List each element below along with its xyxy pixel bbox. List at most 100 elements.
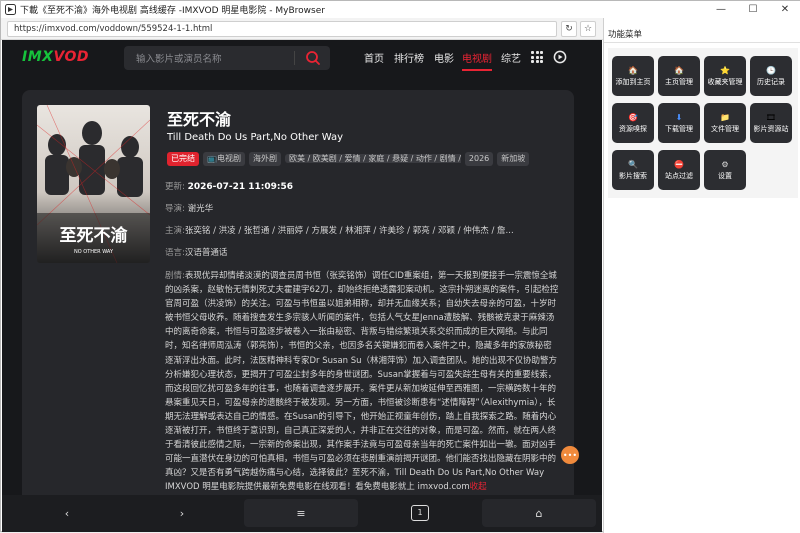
nav-home[interactable]: 首页 xyxy=(364,50,384,65)
genre-tag-1[interactable]: 欧美 xyxy=(289,154,305,163)
folder-icon: 📁 xyxy=(720,112,730,122)
download-icon: ⬇ xyxy=(675,112,683,122)
genre-list-bg: 欧美 / 欧美剧 / 爱情 / 家庭 / 悬疑 / 动作 / 剧情 / xyxy=(284,154,461,163)
add-to-home-button[interactable]: 🏠 添加到主页 xyxy=(612,56,654,96)
add-to-home-label: 添加到主页 xyxy=(615,77,651,86)
year-badge[interactable]: 2026 xyxy=(464,152,494,166)
site-header: IMXVOD 输入影片或演员名称 首页 排行榜 电影 电视剧 综艺 xyxy=(2,40,602,76)
genre-list: 欧美 / 欧美剧 / 爱情 / 家庭 / 悬疑 / 动作 / 剧情 / xyxy=(284,152,461,166)
nav-variety[interactable]: 综艺 xyxy=(501,50,521,65)
type-badge[interactable]: 📺电视剧 xyxy=(203,152,245,166)
home-manage-label: 主页管理 xyxy=(665,77,693,86)
back-button[interactable]: ‹ xyxy=(57,499,77,527)
site-filter-label: 站点过滤 xyxy=(665,171,693,180)
window-title: 下載《至死不渝》海外电视剧 高线缓存 -IMXVOD 明星电影院 - MyBro… xyxy=(20,6,325,16)
home-manage-button[interactable]: 🏠 主页管理 xyxy=(658,56,700,96)
function-menu-title: 功能菜单 xyxy=(608,30,643,40)
movie-poster[interactable]: 至死不渝 NO OTHER WAY xyxy=(37,105,150,263)
minimize-button[interactable]: — xyxy=(705,1,737,18)
genre-tag-3[interactable]: 爱情 xyxy=(345,154,361,163)
menu-button[interactable]: ≡ xyxy=(244,499,358,527)
favorites-manage-label: 收藏夹管理 xyxy=(707,77,743,86)
settings-label: 设置 xyxy=(718,171,732,180)
sniff-icon: 🎯 xyxy=(628,112,638,122)
home-button[interactable]: ⌂ xyxy=(482,499,596,527)
plot-label: 剧情: xyxy=(165,271,185,281)
language-row: 语言:汉语普通话 xyxy=(165,246,227,258)
more-floating-button[interactable]: ••• xyxy=(561,446,579,464)
title-bar: 下載《至死不渝》海外电视剧 高线缓存 -IMXVOD 明星电影院 - MyBro… xyxy=(1,1,800,18)
plot-text: 表现优异却情绪淡漠的调查员周书恒（张奕铭饰）调任CID重案组，第一天报到便接手一… xyxy=(165,271,559,493)
address-bar: https://imxvod.com/voddown/559524-1-1.ht… xyxy=(1,18,603,40)
cast-value[interactable]: 张奕铭 / 洪凌 / 张哲通 / 洪丽婷 / 方展发 / 林湘萍 / 许美珍 /… xyxy=(185,226,514,236)
play-history-icon[interactable] xyxy=(553,50,567,64)
genre-tag-4[interactable]: 家庭 xyxy=(368,154,384,163)
download-manage-button[interactable]: ⬇ 下载管理 xyxy=(658,103,700,143)
logo-part-imx: IMX xyxy=(22,49,54,65)
film-icon: 🎞 xyxy=(765,112,777,122)
plot-collapse-link[interactable]: 收起 xyxy=(470,482,487,492)
maximize-button[interactable]: ☐ xyxy=(737,1,769,18)
language-value: 汉语普通话 xyxy=(184,248,228,258)
grid-menu-icon[interactable] xyxy=(531,51,543,63)
resource-sniff-label: 资源嗅探 xyxy=(619,124,647,133)
cast-row: 主演:张奕铭 / 洪凌 / 张哲通 / 洪丽婷 / 方展发 / 林湘萍 / 许美… xyxy=(165,224,514,236)
region-badge[interactable]: 新加坡 xyxy=(497,152,530,166)
download-manage-label: 下载管理 xyxy=(665,124,693,133)
genre-tag-5[interactable]: 悬疑 xyxy=(392,154,408,163)
search-input[interactable]: 输入影片或演员名称 xyxy=(136,51,222,65)
language-label: 语言: xyxy=(165,248,185,258)
logo-part-vod: VOD xyxy=(53,49,90,65)
history-label: 历史记录 xyxy=(757,77,785,86)
genre-tag-7[interactable]: 剧情 xyxy=(440,154,456,163)
filter-icon: ⛔ xyxy=(674,159,684,169)
director-row: 导演: 谢光华 xyxy=(165,202,213,214)
search-divider xyxy=(294,51,295,65)
nav-ranking[interactable]: 排行榜 xyxy=(394,50,424,65)
poster-title: 至死不渝 xyxy=(60,225,129,246)
genre-tag-6[interactable]: 动作 xyxy=(416,154,432,163)
nav-tv-series[interactable]: 电视剧 xyxy=(462,50,492,71)
search-icon[interactable] xyxy=(304,49,322,67)
updated-row: 更新: 2026-07-21 11:09:56 xyxy=(165,180,293,192)
close-button[interactable]: ✕ xyxy=(769,1,800,18)
reload-button[interactable]: ↻ xyxy=(561,21,577,37)
search-icon: 🔍 xyxy=(628,159,638,169)
updated-label: 更新: xyxy=(165,182,185,192)
site-logo[interactable]: IMXVOD xyxy=(22,49,89,65)
tab-count: 1 xyxy=(411,505,429,521)
genre-tag-0[interactable]: 海外剧 xyxy=(248,152,281,166)
web-page: IMXVOD 输入影片或演员名称 首页 排行榜 电影 电视剧 综艺 至死不渝 N… xyxy=(2,40,602,532)
url-input[interactable]: https://imxvod.com/voddown/559524-1-1.ht… xyxy=(7,21,557,37)
poster-subtitle: NO OTHER WAY xyxy=(74,249,114,255)
gear-icon: ⚙ xyxy=(721,159,729,169)
tab-count-button[interactable]: 1 xyxy=(410,499,430,527)
site-filter-button[interactable]: ⛔ 站点过滤 xyxy=(658,150,700,190)
home-settings-icon: 🏠 xyxy=(674,65,684,75)
clock-icon: 🕒 xyxy=(766,65,776,75)
forward-button[interactable]: › xyxy=(172,499,192,527)
favorites-manage-button[interactable]: ⭐ 收藏夹管理 xyxy=(704,56,746,96)
site-search-box[interactable]: 输入影片或演员名称 xyxy=(124,46,330,70)
film-search-button[interactable]: 🔍 影片搜索 xyxy=(612,150,654,190)
browser-window: 下載《至死不渝》海外电视剧 高线缓存 -IMXVOD 明星电影院 - MyBro… xyxy=(0,0,800,533)
director-label: 导演: xyxy=(165,204,185,214)
film-search-label: 影片搜索 xyxy=(619,171,647,180)
updated-value: 2026-07-21 11:09:56 xyxy=(187,182,294,192)
director-value[interactable]: 谢光华 xyxy=(188,204,214,214)
poster-image: 至死不渝 NO OTHER WAY xyxy=(37,105,150,263)
nav-movies[interactable]: 电影 xyxy=(434,50,454,65)
star-icon: ⭐ xyxy=(720,65,730,75)
history-button[interactable]: 🕒 历史记录 xyxy=(750,56,792,96)
settings-button[interactable]: ⚙ 设置 xyxy=(704,150,746,190)
app-icon xyxy=(5,4,16,15)
resource-sniff-button[interactable]: 🎯 资源嗅探 xyxy=(612,103,654,143)
movie-detail-card: 至死不渝 NO OTHER WAY 至死不渝 Till Death Do Us … xyxy=(22,90,574,526)
genre-tag-2[interactable]: 欧美剧 xyxy=(313,154,337,163)
film-resource-button[interactable]: 🎞 影片资源站 xyxy=(750,103,792,143)
bookmark-button[interactable]: ☆ xyxy=(580,21,596,37)
file-manage-button[interactable]: 📁 文件管理 xyxy=(704,103,746,143)
film-resource-label: 影片资源站 xyxy=(753,124,789,133)
status-badge[interactable]: 已完结 xyxy=(167,152,199,166)
movie-english-title: Till Death Do Us Part,No Other Way xyxy=(167,132,344,143)
